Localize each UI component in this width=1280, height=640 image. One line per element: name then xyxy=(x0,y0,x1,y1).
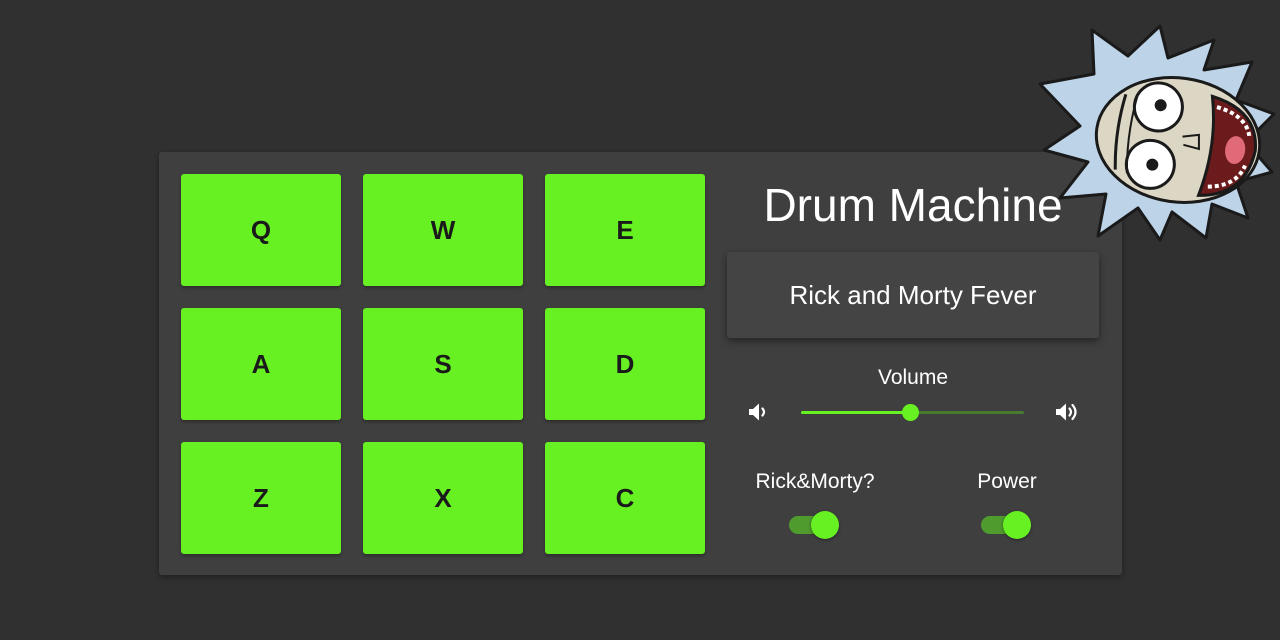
sound-display: Rick and Morty Fever xyxy=(727,252,1099,338)
drum-machine-panel: Q W E A S D Z X C Drum Machine Rick and … xyxy=(159,152,1122,575)
drum-pad-d[interactable]: D xyxy=(545,308,705,420)
drum-pad-c[interactable]: C xyxy=(545,442,705,554)
drum-pad-z[interactable]: Z xyxy=(181,442,341,554)
power-toggle-group: Power xyxy=(933,470,1081,540)
rick-morty-toggle-label: Rick&Morty? xyxy=(755,470,875,493)
volume-slider-thumb[interactable] xyxy=(902,404,920,421)
drum-pad-q[interactable]: Q xyxy=(181,174,341,286)
drum-pad-w[interactable]: W xyxy=(363,174,523,286)
rick-morty-toggle-knob xyxy=(811,511,839,539)
drum-pad-s[interactable]: S xyxy=(363,308,523,420)
volume-slider-fill xyxy=(801,411,911,414)
rick-morty-toggle-group: Rick&Morty? xyxy=(741,470,889,540)
rick-morty-toggle[interactable] xyxy=(789,510,841,540)
drum-pad-a[interactable]: A xyxy=(181,308,341,420)
power-toggle[interactable] xyxy=(981,510,1033,540)
power-toggle-knob xyxy=(1003,511,1031,539)
rick-face-icon xyxy=(1038,24,1276,242)
volume-slider[interactable] xyxy=(801,404,1024,421)
volume-low-icon xyxy=(749,403,766,421)
power-toggle-label: Power xyxy=(977,470,1037,493)
volume-label: Volume xyxy=(877,366,949,389)
drum-pad-x[interactable]: X xyxy=(363,442,523,554)
drum-pad-grid: Q W E A S D Z X C xyxy=(181,174,705,554)
drum-pad-e[interactable]: E xyxy=(545,174,705,286)
volume-high-icon xyxy=(1056,403,1077,421)
drum-machine-page: Q W E A S D Z X C Drum Machine Rick and … xyxy=(0,0,1280,640)
